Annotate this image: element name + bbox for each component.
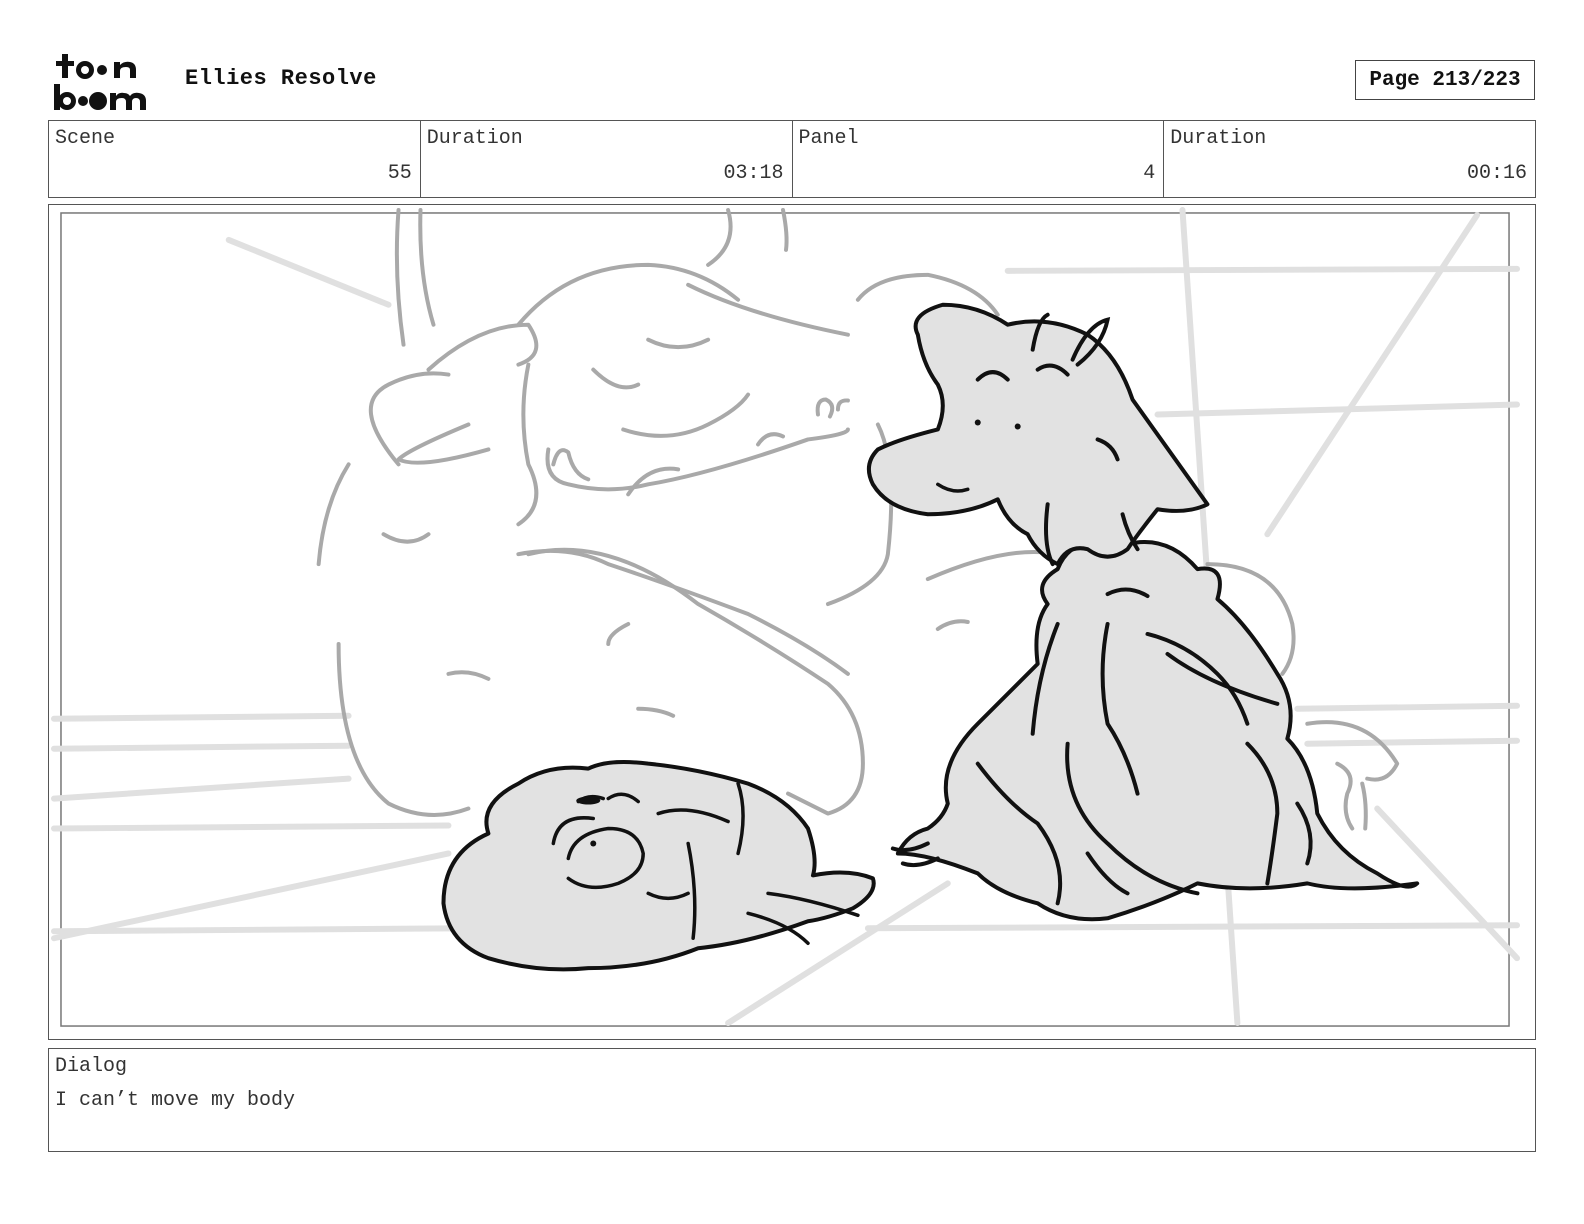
lying-character [441, 760, 876, 972]
toon-boom-logo [54, 54, 146, 110]
panel-info-row: Scene 55 Duration 03:18 Panel 4 Duration… [48, 120, 1536, 198]
panel-sketch [50, 206, 1521, 1027]
scene-duration-label: Duration [426, 127, 523, 150]
panel-duration-value: 00:16 [1466, 162, 1527, 185]
scene-label: Scene [55, 127, 116, 150]
sitting-character [866, 302, 1420, 922]
page-indicator: Page 213/223 [1355, 60, 1535, 100]
scene-cell: Scene 55 [49, 121, 421, 197]
document-title: Ellies Resolve [185, 66, 377, 91]
panel-label: Panel [798, 127, 859, 150]
dialog-box: Dialog I can’t move my body [48, 1048, 1536, 1152]
dialog-text: I can’t move my body [55, 1089, 296, 1112]
scene-duration-value: 03:18 [723, 162, 784, 185]
panel-cell: Panel 4 [793, 121, 1165, 197]
storyboard-panel [48, 204, 1536, 1040]
panel-duration-cell: Duration 00:16 [1164, 121, 1535, 197]
dialog-label: Dialog [55, 1055, 128, 1078]
panel-duration-label: Duration [1170, 127, 1267, 150]
scene-value: 55 [387, 162, 412, 185]
panel-value: 4 [1143, 162, 1156, 185]
scene-duration-cell: Duration 03:18 [421, 121, 793, 197]
